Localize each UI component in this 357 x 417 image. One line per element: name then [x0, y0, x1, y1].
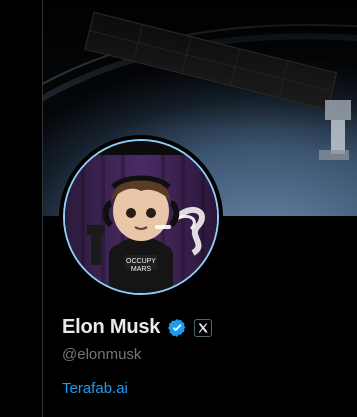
shirt-text-line1: OCCUPY: [126, 258, 156, 265]
avatar[interactable]: OCCUPY MARS: [63, 139, 219, 295]
website-link[interactable]: Terafab.ai: [62, 380, 128, 397]
left-gutter: [0, 0, 42, 417]
x-logo-icon: [198, 323, 208, 332]
shirt-text-line2: MARS: [131, 266, 152, 273]
username-handle: @elonmusk: [62, 346, 142, 363]
avatar-image: OCCUPY MARS: [65, 141, 217, 293]
affiliate-x-badge[interactable]: [194, 318, 213, 337]
avatar-container[interactable]: OCCUPY MARS: [59, 135, 223, 299]
verified-icon-svg: [168, 318, 186, 337]
display-name: Elon Musk: [62, 316, 161, 338]
verified-badge-icon[interactable]: [166, 317, 188, 339]
display-name-row: Elon Musk: [62, 316, 213, 339]
